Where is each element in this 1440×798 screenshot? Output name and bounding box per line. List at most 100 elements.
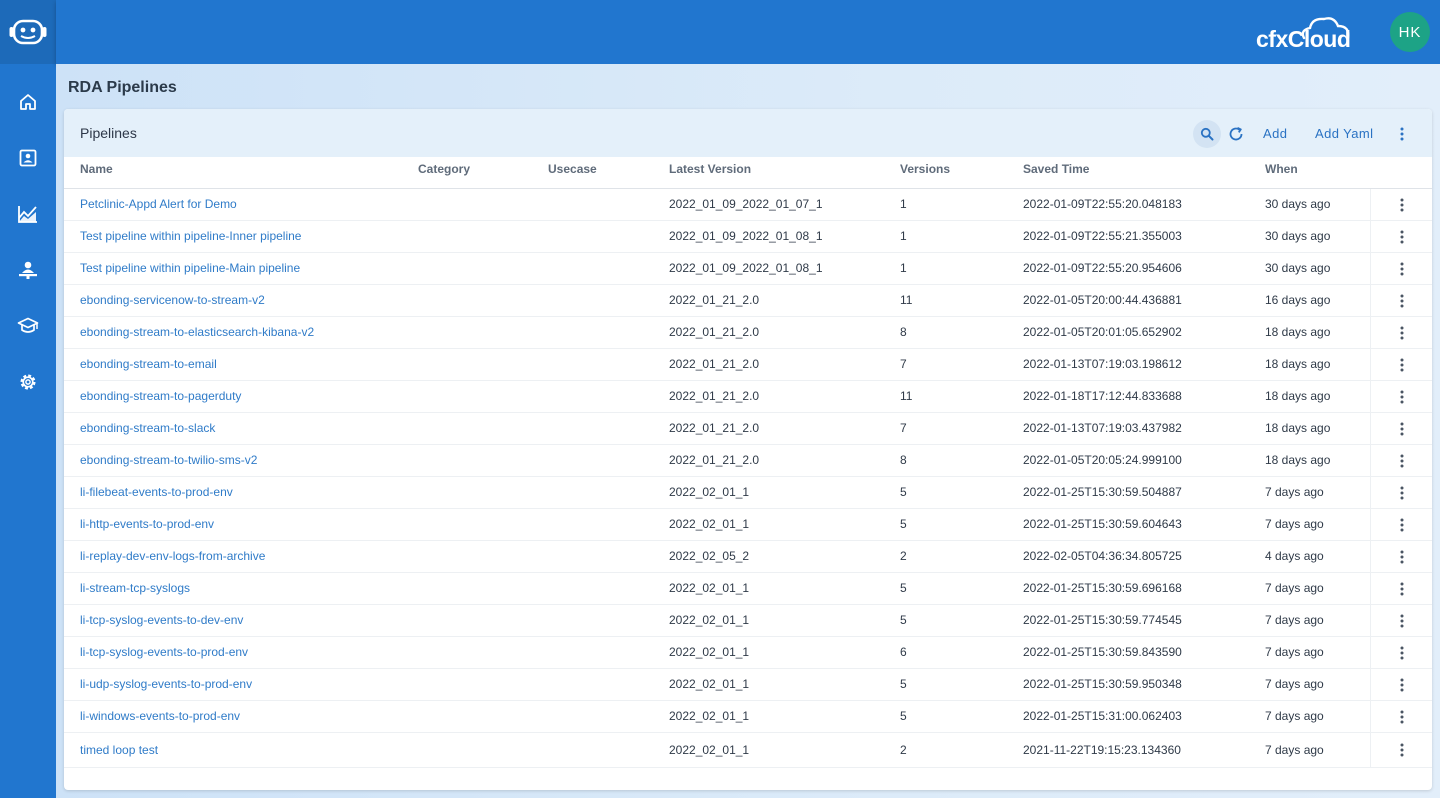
sidebar-item-learning[interactable]	[0, 298, 56, 354]
pipeline-name-link[interactable]: li-windows-events-to-prod-env	[80, 709, 240, 723]
row-more-menu[interactable]	[1370, 285, 1432, 316]
sidebar-item-analytics[interactable]	[0, 186, 56, 242]
page-title: RDA Pipelines	[68, 79, 177, 96]
row-more-menu[interactable]	[1370, 573, 1432, 604]
pipeline-name-link[interactable]: li-tcp-syslog-events-to-prod-env	[80, 645, 248, 659]
pipeline-latest-version: 2022_02_01_1	[669, 485, 750, 499]
row-more-menu[interactable]	[1370, 413, 1432, 444]
pipeline-when: 16 days ago	[1265, 293, 1331, 307]
pipeline-latest-version: 2022_01_09_2022_01_08_1	[669, 261, 823, 275]
pipeline-name-link[interactable]: li-http-events-to-prod-env	[80, 517, 214, 531]
sidebar-item-home[interactable]	[0, 74, 56, 130]
row-more-menu[interactable]	[1370, 733, 1432, 767]
table-row[interactable]: li-replay-dev-env-logs-from-archive 2022_…	[64, 541, 1432, 573]
graduation-cap-icon	[17, 317, 39, 333]
table-row[interactable]: ebonding-stream-to-email 2022_01_21_2.0 7 2…	[64, 349, 1432, 381]
card-more-menu[interactable]	[1392, 123, 1412, 145]
add-button[interactable]: Add	[1263, 126, 1287, 141]
row-more-menu[interactable]	[1370, 605, 1432, 636]
table-row[interactable]: timed loop test 2022_02_01_1 2 2021-11-22T1…	[64, 733, 1432, 768]
table-row[interactable]: li-tcp-syslog-events-to-prod-env 2022_02_…	[64, 637, 1432, 669]
main-content: RDA Pipelines Pipelines Add Add Yaml Nam…	[56, 64, 1440, 798]
table-row[interactable]: ebonding-stream-to-slack 2022_01_21_2.0 7 2…	[64, 413, 1432, 445]
row-more-menu[interactable]	[1370, 701, 1432, 732]
pipeline-when: 18 days ago	[1265, 389, 1331, 403]
table-row[interactable]: ebonding-stream-to-twilio-sms-v2 2022_01_…	[64, 445, 1432, 477]
search-button[interactable]	[1193, 120, 1221, 148]
pipeline-name-link[interactable]: ebonding-stream-to-slack	[80, 421, 215, 435]
table-row[interactable]: ebonding-stream-to-pagerduty 2022_01_21_2…	[64, 381, 1432, 413]
pipeline-name-link[interactable]: ebonding-stream-to-twilio-sms-v2	[80, 453, 257, 467]
row-more-menu[interactable]	[1370, 477, 1432, 508]
pipeline-versions-count: 7	[900, 421, 907, 435]
pipeline-saved-time: 2022-01-25T15:30:59.950348	[1023, 677, 1182, 691]
row-more-menu[interactable]	[1370, 253, 1432, 284]
user-avatar[interactable]: HK	[1390, 12, 1430, 52]
table-row[interactable]: li-windows-events-to-prod-env 2022_02_01_…	[64, 701, 1432, 733]
pipeline-name-link[interactable]: li-filebeat-events-to-prod-env	[80, 485, 233, 499]
row-more-menu[interactable]	[1370, 349, 1432, 380]
table-row[interactable]: ebonding-servicenow-to-stream-v2 2022_01_…	[64, 285, 1432, 317]
table-row[interactable]: li-udp-syslog-events-to-prod-env 2022_02_…	[64, 669, 1432, 701]
column-header-usecase[interactable]: Usecase	[548, 162, 597, 176]
pipeline-name-link[interactable]: Petclinic-Appd Alert for Demo	[80, 197, 237, 211]
column-header-saved-time[interactable]: Saved Time	[1023, 162, 1089, 176]
row-more-menu[interactable]	[1370, 541, 1432, 572]
table-row[interactable]: Test pipeline within pipeline-Main pipel…	[64, 253, 1432, 285]
pipeline-saved-time: 2022-01-13T07:19:03.198612	[1023, 357, 1182, 371]
table-body: Petclinic-Appd Alert for Demo 2022_01_09_…	[64, 189, 1432, 768]
pipeline-name-link[interactable]: Test pipeline within pipeline-Inner pipe…	[80, 229, 301, 243]
row-more-menu[interactable]	[1370, 445, 1432, 476]
row-more-menu[interactable]	[1370, 669, 1432, 700]
pipeline-saved-time: 2022-01-25T15:30:59.696168	[1023, 581, 1182, 595]
table-row[interactable]: li-tcp-syslog-events-to-dev-env 2022_02_0…	[64, 605, 1432, 637]
pipeline-name-link[interactable]: timed loop test	[80, 743, 158, 757]
pipeline-name-link[interactable]: ebonding-servicenow-to-stream-v2	[80, 293, 265, 307]
table-row[interactable]: li-http-events-to-prod-env 2022_02_01_1 5 2…	[64, 509, 1432, 541]
more-vertical-icon	[1400, 582, 1403, 595]
pipeline-versions-count: 8	[900, 453, 907, 467]
row-more-menu[interactable]	[1370, 637, 1432, 668]
column-header-category[interactable]: Category	[418, 162, 470, 176]
column-header-name[interactable]: Name	[80, 162, 113, 176]
refresh-button[interactable]	[1225, 120, 1247, 148]
pipeline-name-link[interactable]: li-udp-syslog-events-to-prod-env	[80, 677, 252, 691]
row-more-menu[interactable]	[1370, 317, 1432, 348]
pipeline-name-link[interactable]: ebonding-stream-to-elasticsearch-kibana-…	[80, 325, 314, 339]
row-more-menu[interactable]	[1370, 221, 1432, 252]
analytics-chart-icon	[18, 206, 37, 223]
pipeline-when: 18 days ago	[1265, 421, 1331, 435]
row-more-menu[interactable]	[1370, 509, 1432, 540]
table-row[interactable]: Test pipeline within pipeline-Inner pipe…	[64, 221, 1432, 253]
pipeline-name-link[interactable]: Test pipeline within pipeline-Main pipel…	[80, 261, 300, 275]
sidebar-item-settings[interactable]	[0, 354, 56, 410]
pipeline-saved-time: 2022-01-09T22:55:20.048183	[1023, 197, 1182, 211]
column-header-when[interactable]: When	[1265, 162, 1298, 176]
more-vertical-icon	[1400, 198, 1403, 211]
pipeline-name-link[interactable]: li-replay-dev-env-logs-from-archive	[80, 549, 265, 563]
more-vertical-icon	[1400, 294, 1403, 307]
pipeline-when: 30 days ago	[1265, 197, 1331, 211]
row-more-menu[interactable]	[1370, 381, 1432, 412]
pipeline-latest-version: 2022_02_01_1	[669, 743, 750, 757]
sidebar	[0, 0, 56, 798]
table-row[interactable]: li-stream-tcp-syslogs 2022_02_01_1 5 2022-0…	[64, 573, 1432, 605]
table-row[interactable]: Petclinic-Appd Alert for Demo 2022_01_09_…	[64, 189, 1432, 221]
add-yaml-button[interactable]: Add Yaml	[1315, 126, 1373, 141]
pipeline-versions-count: 5	[900, 485, 907, 499]
pipeline-name-link[interactable]: ebonding-stream-to-email	[80, 357, 217, 371]
row-more-menu[interactable]	[1370, 189, 1432, 220]
pipeline-name-link[interactable]: li-tcp-syslog-events-to-dev-env	[80, 613, 243, 627]
pipeline-name-link[interactable]: ebonding-stream-to-pagerduty	[80, 389, 241, 403]
gear-icon	[20, 374, 36, 390]
sidebar-item-users[interactable]	[0, 242, 56, 298]
column-header-versions[interactable]: Versions	[900, 162, 950, 176]
pipeline-name-link[interactable]: li-stream-tcp-syslogs	[80, 581, 190, 595]
table-row[interactable]: li-filebeat-events-to-prod-env 2022_02_01…	[64, 477, 1432, 509]
column-header-latest-version[interactable]: Latest Version	[669, 162, 751, 176]
brand-logo[interactable]: cfxCloud	[1254, 14, 1354, 52]
table-row[interactable]: ebonding-stream-to-elasticsearch-kibana-…	[64, 317, 1432, 349]
pipeline-when: 18 days ago	[1265, 357, 1331, 371]
sidebar-item-contacts[interactable]	[0, 130, 56, 186]
app-logo[interactable]	[0, 0, 56, 64]
